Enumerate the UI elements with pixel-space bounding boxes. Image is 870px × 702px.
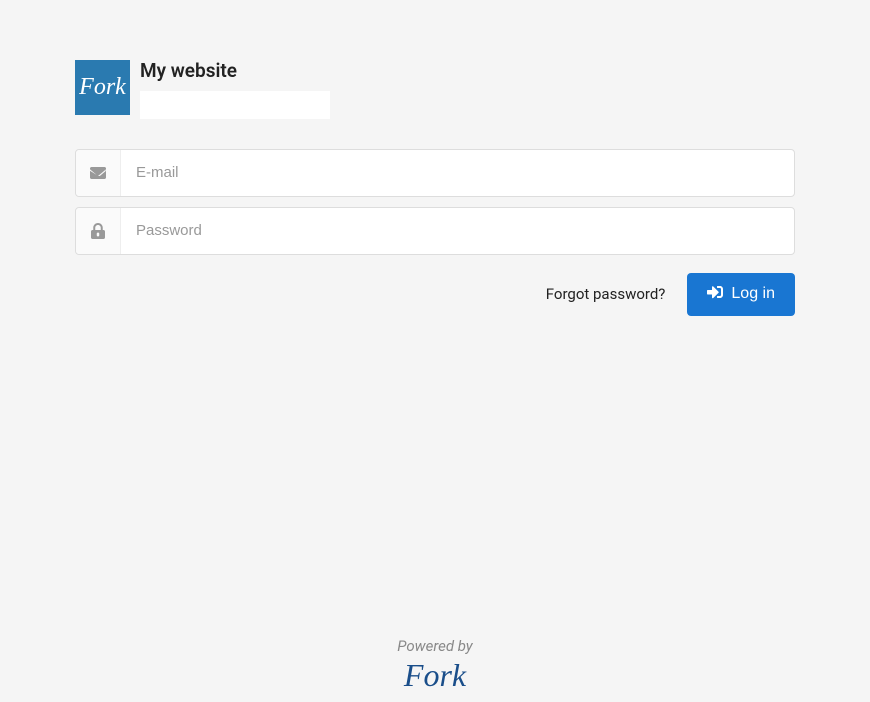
password-group [75, 207, 795, 255]
signin-icon [707, 284, 723, 305]
logo: Fork [75, 60, 130, 115]
powered-by-text: Powered by [0, 637, 870, 655]
logo-text: Fork [79, 74, 126, 101]
email-group [75, 149, 795, 197]
actions-row: Forgot password? Log in [75, 273, 795, 316]
site-title: My website [140, 60, 330, 83]
footer-brand: Fork [0, 657, 870, 694]
envelope-icon [76, 150, 121, 196]
title-underline [140, 91, 330, 119]
footer: Powered by Fork [0, 637, 870, 694]
email-input[interactable] [121, 150, 794, 196]
login-container: Fork My website Forgot password? Log in [0, 0, 870, 316]
login-button[interactable]: Log in [687, 273, 795, 316]
login-button-label: Log in [731, 285, 775, 303]
forgot-password-link[interactable]: Forgot password? [546, 285, 666, 303]
password-input[interactable] [121, 208, 794, 254]
header: Fork My website [75, 60, 795, 119]
lock-icon [76, 208, 121, 254]
site-title-wrap: My website [130, 60, 330, 119]
